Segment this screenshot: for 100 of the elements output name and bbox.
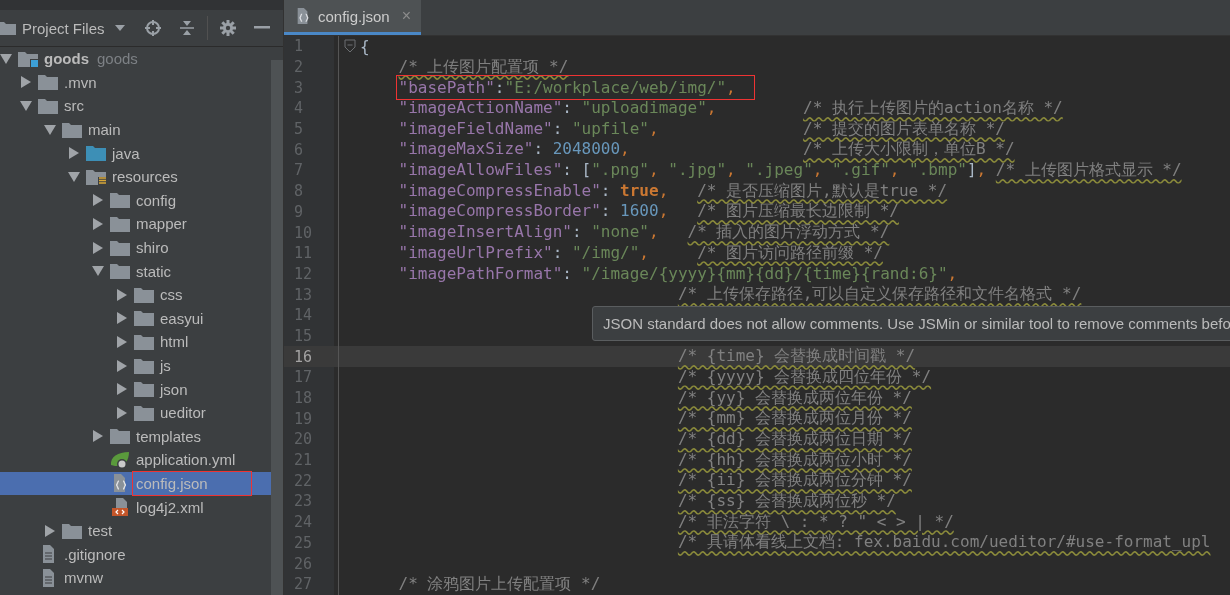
- expand-arrow-icon[interactable]: [92, 430, 104, 443]
- folder-icon: [134, 333, 154, 350]
- folder-icon: [110, 215, 130, 232]
- folder-icon: [134, 381, 154, 398]
- folder-icon: [62, 121, 82, 138]
- file-name[interactable]: templates: [136, 427, 202, 445]
- expand-arrow-icon[interactable]: [0, 52, 12, 65]
- file-name[interactable]: resources: [112, 168, 178, 186]
- code-comment: /* {yy} 会替换成两位年份 */: [677, 387, 912, 409]
- folder-icon: [110, 263, 130, 280]
- code-comment: /* 上传图片格式显示 */: [995, 159, 1182, 181]
- code-comment: /* 插入的图片浮动方式 */: [687, 222, 890, 244]
- expand-arrow-icon[interactable]: [44, 123, 56, 136]
- folder-icon: [110, 428, 130, 445]
- expand-arrow-icon[interactable]: [92, 194, 104, 207]
- file-name[interactable]: application.yml: [136, 451, 236, 469]
- expand-arrow-icon[interactable]: [116, 406, 128, 419]
- folder-icon: [0, 21, 16, 35]
- file-name[interactable]: goods: [44, 50, 89, 68]
- code-comment: /* {mm} 会替换成两位月份 */: [677, 408, 912, 430]
- code-comment: /* 涂鸦图片上传配置项 */: [398, 573, 601, 595]
- file-name[interactable]: log4j2.xml: [136, 498, 204, 516]
- folder-icon: [134, 286, 154, 303]
- code-text: "imageCompressBorder": 1600,: [398, 201, 669, 221]
- fold-icon[interactable]: [343, 39, 356, 54]
- code-text: "imageActionName": "uploadimage",: [398, 97, 717, 117]
- folder-icon: [134, 310, 154, 327]
- project-view-selector[interactable]: Project Files: [22, 19, 105, 37]
- code-text: "imageMaxSize": 2048000,: [398, 139, 630, 159]
- collapse-icon[interactable]: [178, 20, 195, 36]
- expand-arrow-icon[interactable]: [116, 359, 128, 372]
- expand-arrow-icon[interactable]: [116, 383, 128, 396]
- code-comment: /* 上传保存路径,可以自定义保存路径和文件名格式 */: [677, 284, 1082, 306]
- code-comment: /* 图片访问路径前缀 */: [697, 242, 883, 264]
- code-comment: /* {ii} 会替换成两位分钟 */: [677, 470, 912, 492]
- folder-icon: [134, 357, 154, 374]
- scrollbar[interactable]: [271, 60, 283, 595]
- folder-icon: [134, 404, 154, 421]
- expand-arrow-icon[interactable]: [116, 335, 128, 348]
- file-name[interactable]: test: [88, 522, 113, 540]
- leaf-file-icon: [110, 450, 130, 469]
- xml-file-icon: [110, 498, 130, 517]
- folder-icon: [18, 50, 38, 67]
- code-text: "imageUrlPrefix": "/img/",: [398, 242, 649, 262]
- expand-arrow-icon[interactable]: [20, 100, 32, 112]
- file-name[interactable]: easyui: [160, 309, 204, 327]
- expand-arrow-icon[interactable]: [92, 217, 104, 230]
- minimize-icon[interactable]: [253, 26, 270, 30]
- file-name[interactable]: mvnw: [64, 569, 104, 587]
- file-name[interactable]: shiro: [136, 239, 169, 257]
- code-text: "imageAllowFiles": [".png", ".jpg", ".jpeg", ".gif", ".bmp"],: [398, 159, 987, 179]
- code-comment: /* {hh} 会替换成两位小时 */: [677, 449, 912, 471]
- file-name[interactable]: js: [160, 357, 171, 374]
- code-comment: /* 提交的图片表单名称 */: [803, 118, 1005, 140]
- file-name[interactable]: .gitignore: [64, 545, 126, 563]
- locate-icon[interactable]: [144, 20, 161, 36]
- file-name[interactable]: main: [88, 121, 121, 139]
- expand-arrow-icon[interactable]: [68, 147, 80, 160]
- code-comment: /* {dd} 会替换成两位日期 */: [677, 428, 912, 450]
- code-text: "imageCompressEnable": true,: [398, 180, 669, 200]
- module-hint: goods: [97, 50, 138, 68]
- code-comment: /* 是否压缩图片,默认是true */: [697, 180, 948, 202]
- folder-icon: [38, 74, 58, 91]
- file-name[interactable]: json: [160, 380, 188, 398]
- code-text: "imageInsertAlign": "none",: [398, 222, 659, 242]
- folder-icon: [38, 98, 58, 114]
- code-comment: /* 上传图片配置项 */: [398, 56, 569, 78]
- settings-icon[interactable]: [219, 20, 236, 36]
- file-name[interactable]: static: [136, 262, 171, 280]
- expand-arrow-icon[interactable]: [68, 170, 80, 183]
- file-name[interactable]: config: [136, 191, 177, 209]
- expand-arrow-icon[interactable]: [44, 524, 56, 537]
- folder-icon: [86, 145, 106, 162]
- expand-arrow-icon[interactable]: [116, 312, 128, 325]
- file-name[interactable]: html: [160, 333, 189, 351]
- code-text: "basePath":"E:/workplace/web/img/",: [398, 78, 752, 98]
- tab-label: config.json: [318, 7, 390, 25]
- expand-arrow-icon[interactable]: [92, 241, 104, 254]
- code-text: "imageFieldName": "upfile",: [398, 118, 659, 138]
- folder-icon: [62, 522, 82, 539]
- caret-icon[interactable]: [114, 25, 125, 31]
- file-name[interactable]: java: [112, 144, 140, 162]
- expand-arrow-icon[interactable]: [92, 265, 104, 278]
- folder-icon: [86, 168, 106, 185]
- file-name[interactable]: mapper: [136, 215, 187, 233]
- code-comment: /* 非法字符 \ : * ? " < > | */: [677, 511, 954, 533]
- folder-icon: [110, 239, 130, 256]
- file-name[interactable]: .mvn: [64, 73, 97, 91]
- editor-tab[interactable]: config.json ×: [284, 0, 422, 35]
- file-name[interactable]: ueditor: [160, 404, 206, 422]
- code-comment: /* 上传大小限制，单位B */: [803, 139, 1015, 161]
- expand-arrow-icon[interactable]: [20, 76, 32, 89]
- code-comment: /* {ss} 会替换成两位秒 */: [677, 490, 896, 512]
- tooltip: JSON standard does not allow comments. Use JSMin or similar tool to remove comments befo: [592, 306, 1230, 341]
- file-name[interactable]: src: [64, 97, 84, 115]
- expand-arrow-icon[interactable]: [116, 288, 128, 301]
- code-comment: /* 具请体看线上文档: fex.baidu.com/ueditor/#use-format_upl: [677, 532, 1211, 554]
- code-comment: /* 执行上传图片的action名称 */: [803, 97, 1063, 119]
- folder-icon: [110, 192, 130, 209]
- file-name[interactable]: css: [160, 286, 183, 304]
